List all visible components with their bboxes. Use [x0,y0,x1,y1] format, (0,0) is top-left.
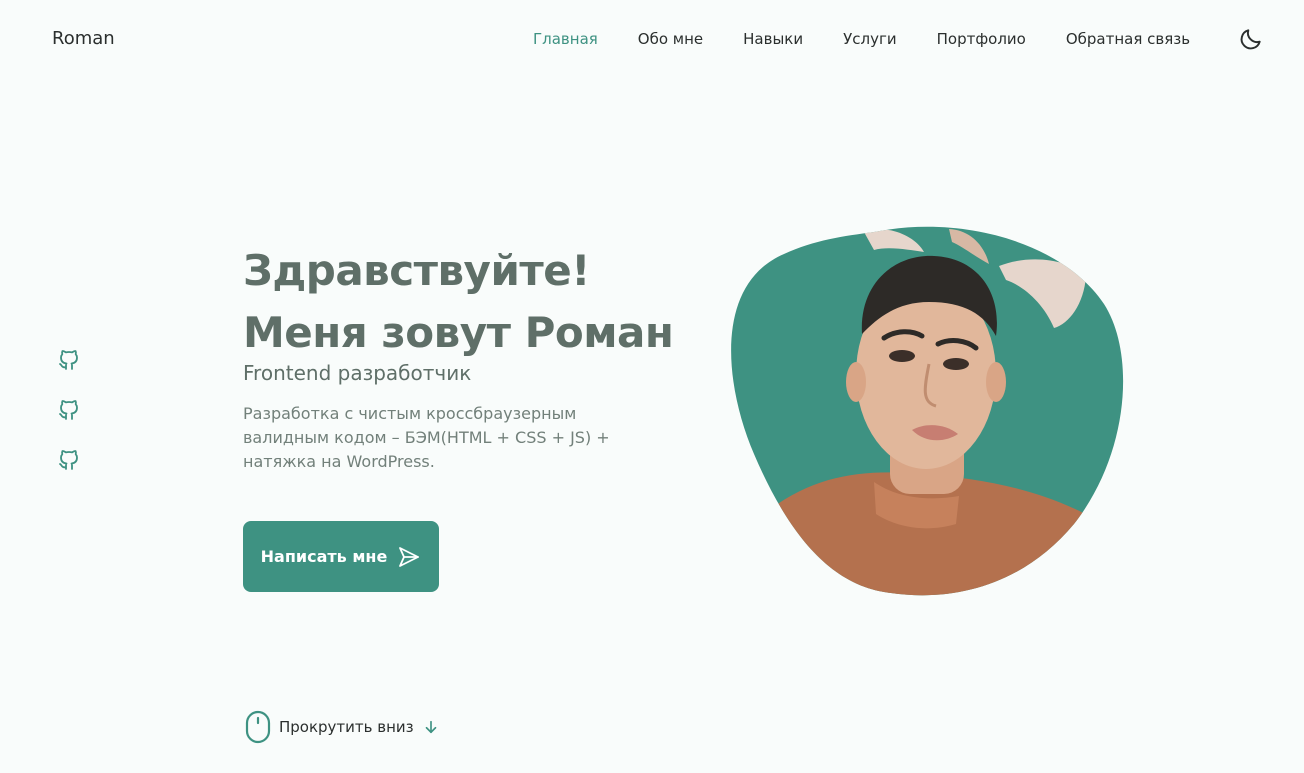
nav-portfolio[interactable]: Портфолио [937,30,1026,48]
scroll-down-link[interactable]: Прокрутить вниз [245,710,440,744]
hero-content: Здравствуйте! Меня зовут Роман Frontend … [243,240,683,474]
nav-contact[interactable]: Обратная связь [1066,30,1190,48]
nav-about[interactable]: Обо мне [638,30,703,48]
nav-home[interactable]: Главная [533,30,598,48]
contact-button-label: Написать мне [260,547,388,566]
send-icon [399,546,420,567]
hero-subtitle: Frontend разработчик [243,361,472,385]
nav-services[interactable]: Услуги [843,30,896,48]
logo[interactable]: Roman [52,28,115,49]
contact-button[interactable]: Написать мне [243,521,439,592]
github-icon[interactable] [57,398,81,422]
moon-icon[interactable] [1238,26,1264,52]
social-links [57,348,81,472]
hero-title-line2: Меня зовут Роман [243,308,674,357]
arrow-down-icon [425,720,436,734]
hero-description: Разработка с чистым кроссбраузерным вали… [243,404,610,471]
hero-title-line1: Здравствуйте! [243,246,590,295]
github-icon[interactable] [57,448,81,472]
scroll-down-label: Прокрутить вниз [279,718,414,736]
profile-photo [731,226,1124,596]
main-nav: Главная Обо мне Навыки Услуги Портфолио … [533,30,1190,48]
mouse-icon [245,710,271,744]
nav-skills[interactable]: Навыки [743,30,803,48]
header: Roman Главная Обо мне Навыки Услуги Порт… [0,0,1304,78]
github-icon[interactable] [57,348,81,372]
